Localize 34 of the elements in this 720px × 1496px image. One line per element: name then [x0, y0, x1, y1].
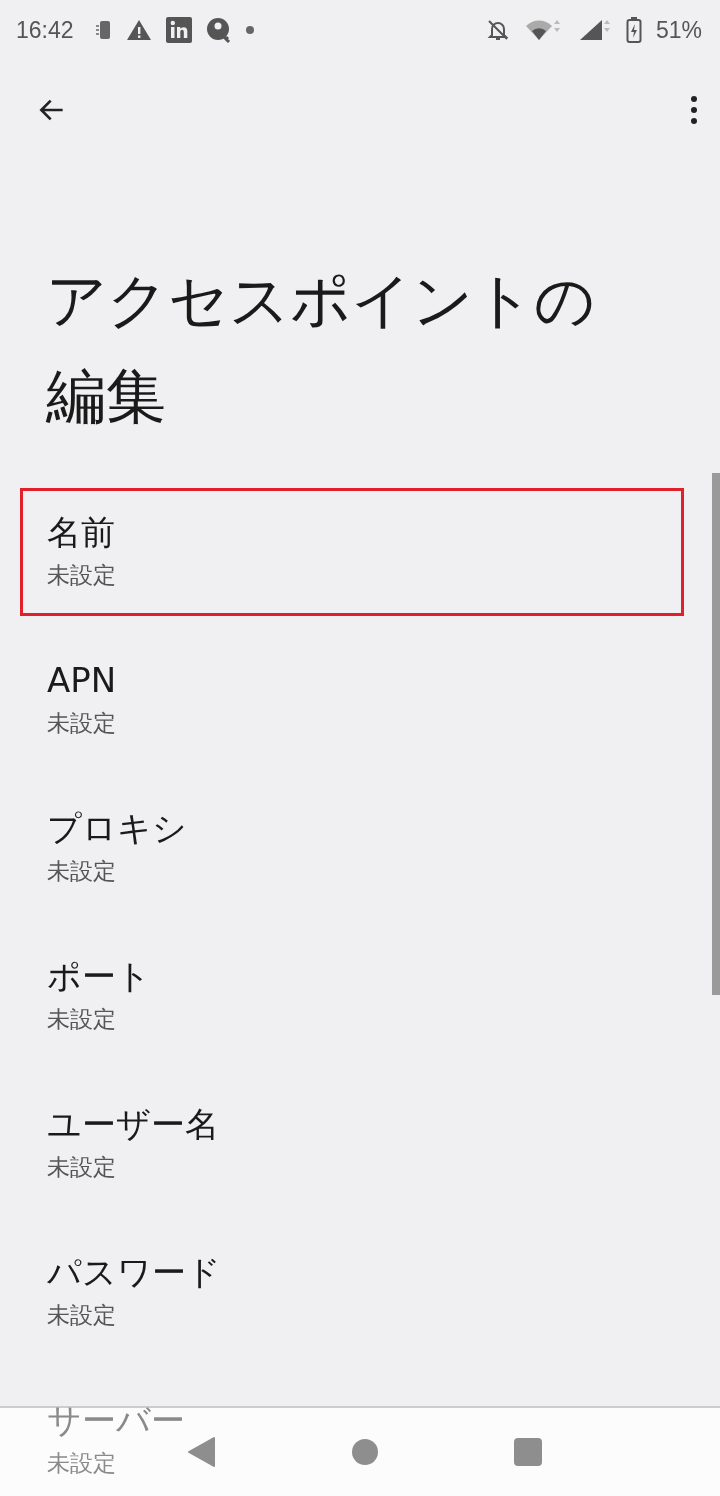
phone-icon [95, 20, 112, 40]
settings-item[interactable]: APN 未設定 [20, 636, 120, 764]
recents-nav-button[interactable] [513, 1437, 543, 1467]
item-value: 未設定 [47, 857, 116, 886]
item-label: APN [47, 659, 117, 702]
battery-charging-icon [625, 17, 642, 43]
item-value: 未設定 [47, 1153, 116, 1182]
linkedin-icon [165, 17, 192, 43]
bell-off-icon [485, 18, 510, 42]
page-title: アクセスポイントの編集 [46, 264, 596, 433]
item-label: 名前 [47, 511, 115, 554]
more-options-button[interactable] [690, 94, 698, 126]
item-label: ユーザー名 [47, 1103, 219, 1146]
status-time: 16:42 [16, 16, 74, 44]
dot-icon [245, 26, 254, 34]
settings-item[interactable]: 名前 未設定 [20, 488, 684, 616]
item-value: 未設定 [47, 1005, 116, 1034]
settings-item[interactable]: ポート 未設定 [20, 932, 154, 1060]
warning-icon [125, 19, 152, 41]
home-nav-button[interactable] [351, 1438, 379, 1466]
item-value: 未設定 [47, 561, 116, 590]
settings-item[interactable]: パスワード 未設定 [20, 1228, 224, 1356]
item-label: サーバー [47, 1399, 185, 1442]
back-nav-button[interactable] [187, 1436, 217, 1468]
item-value: 未設定 [47, 709, 116, 738]
item-label: パスワード [47, 1251, 221, 1294]
item-label: ポート [47, 955, 151, 998]
settings-item[interactable]: プロキシ 未設定 [20, 784, 190, 912]
battery-percentage: 51% [655, 16, 702, 44]
item-value: 未設定 [47, 1301, 116, 1330]
person-key-icon [205, 17, 232, 43]
settings-item[interactable]: ユーザー名 未設定 [20, 1080, 222, 1208]
item-value: 未設定 [47, 1449, 116, 1478]
item-label: プロキシ [47, 807, 187, 850]
